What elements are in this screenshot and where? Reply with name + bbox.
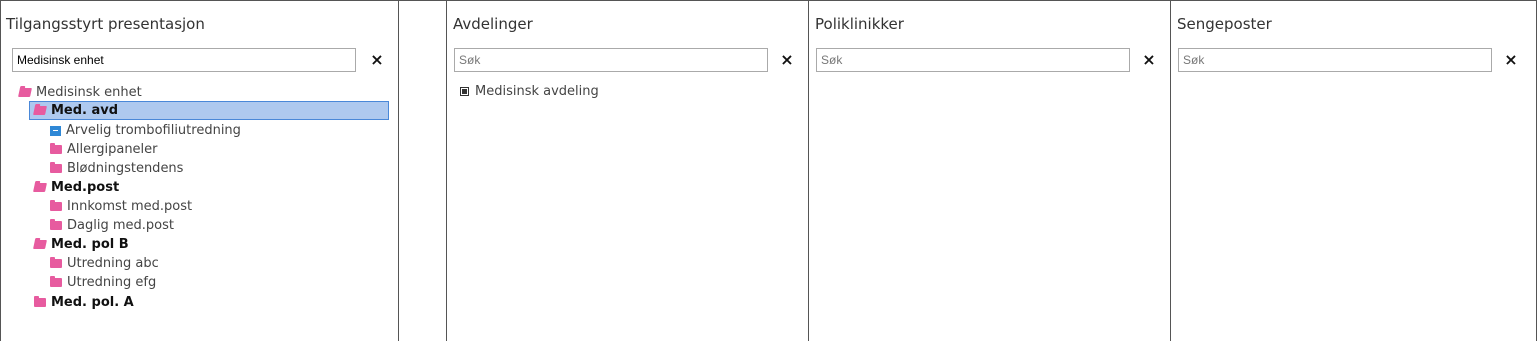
folder-icon — [34, 296, 46, 307]
list-item-label: Medisinsk avdeling — [475, 84, 599, 99]
tree-leaf-label: Arvelig trombofiliutredning — [66, 123, 241, 138]
search-input[interactable] — [454, 48, 768, 72]
tree-leaf-label: Daglig med.post — [67, 218, 174, 233]
folder-icon — [50, 276, 62, 287]
tree-leaf-label: Allergipaneler — [67, 142, 158, 157]
tree-root-label: Medisinsk enhet — [36, 85, 142, 100]
tree-node-label: Med. avd — [51, 103, 119, 118]
folder-icon — [50, 162, 62, 173]
folder-icon — [50, 143, 62, 154]
clear-search-button[interactable]: × — [778, 50, 796, 70]
folder-icon — [50, 219, 62, 230]
panel-sengeposter: Sengeposter × — [1171, 0, 1537, 341]
folder-icon — [50, 200, 62, 211]
tree-node[interactable]: Med. pol. A — [34, 293, 134, 312]
folder-open-icon — [18, 88, 32, 97]
tree-node-selected[interactable]: Med. avd — [29, 101, 389, 120]
folder-icon — [50, 257, 62, 268]
tree-leaf[interactable]: Utredning efg — [50, 273, 156, 292]
tree-node[interactable]: Med. pol B — [33, 235, 129, 254]
checkbox-icon[interactable] — [460, 87, 469, 96]
list-item[interactable]: Medisinsk avdeling — [460, 84, 599, 99]
tree-node[interactable]: Med.post — [33, 178, 120, 197]
tree-leaf[interactable]: Daglig med.post — [50, 216, 174, 235]
tree-leaf[interactable]: Blødningstendens — [50, 159, 183, 178]
panel-poliklinikker: Poliklinikker × — [809, 0, 1170, 341]
tree-leaf[interactable]: Allergipaneler — [50, 140, 158, 159]
tree-leaf-label: Utredning abc — [67, 256, 159, 271]
panel-title: Tilgangsstyrt presentasjon — [6, 15, 205, 33]
panel-title: Poliklinikker — [815, 15, 904, 33]
tree-leaf-label: Blødningstendens — [67, 161, 184, 176]
clear-search-button[interactable]: × — [1502, 50, 1520, 70]
clear-search-button[interactable]: × — [368, 50, 386, 70]
folder-open-icon — [33, 240, 47, 249]
tree-node-label: Med. pol B — [51, 237, 129, 252]
tree-node-label: Med.post — [51, 180, 120, 195]
tree-root[interactable]: Medisinsk enhet — [18, 83, 142, 102]
tree-leaf[interactable]: Innkomst med.post — [50, 197, 192, 216]
search-input[interactable] — [816, 48, 1130, 72]
search-input[interactable] — [12, 48, 356, 72]
search-input[interactable] — [1178, 48, 1492, 72]
archive-icon — [50, 125, 61, 136]
folder-open-icon — [33, 106, 47, 115]
panel-title: Sengeposter — [1177, 15, 1272, 33]
panel-divider — [398, 0, 399, 341]
tree-leaf[interactable]: Arvelig trombofiliutredning — [50, 121, 241, 140]
clear-search-button[interactable]: × — [1140, 50, 1158, 70]
panel-title: Avdelinger — [453, 15, 533, 33]
panel-tilgangsstyrt: Tilgangsstyrt presentasjon × Medisinsk e… — [0, 0, 398, 341]
tree-leaf[interactable]: Utredning abc — [50, 254, 159, 273]
folder-open-icon — [33, 183, 47, 192]
tree-node-label: Med. pol. A — [51, 295, 134, 310]
tree-leaf-label: Utredning efg — [67, 275, 157, 290]
tree-leaf-label: Innkomst med.post — [67, 199, 193, 214]
panel-avdelinger: Avdelinger × — [447, 0, 808, 341]
